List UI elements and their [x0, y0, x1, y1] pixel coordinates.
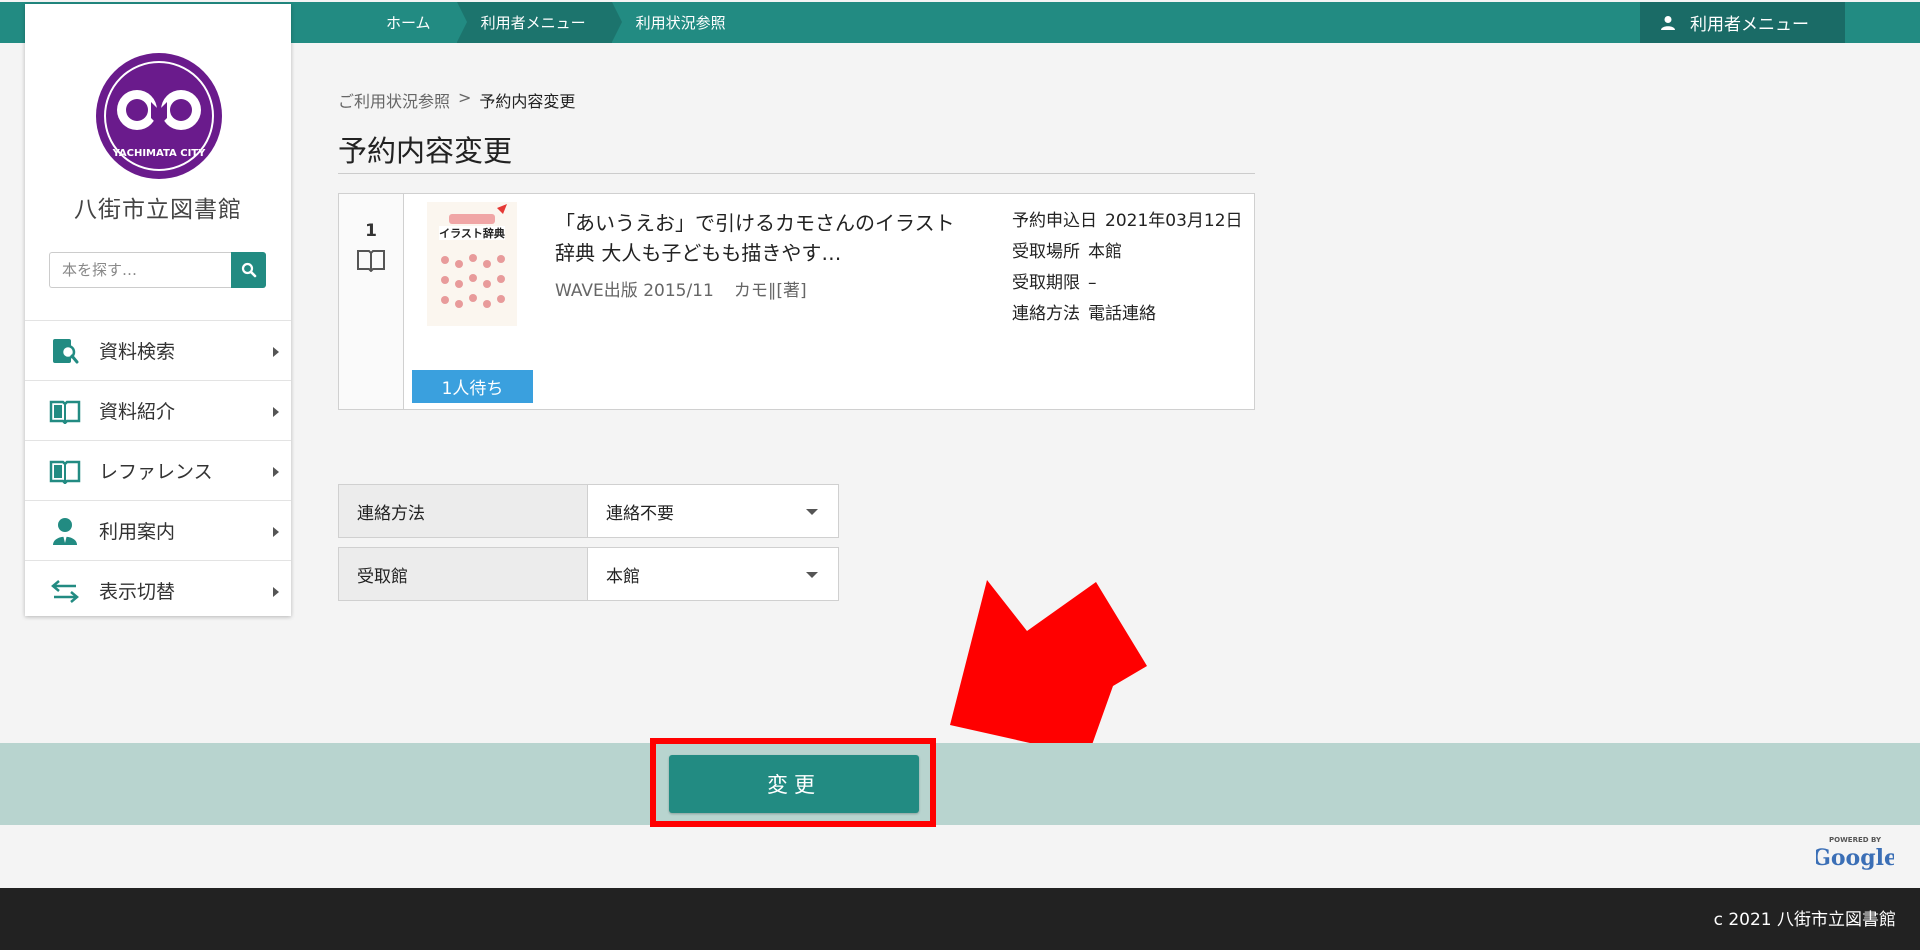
sidebar-item-reference[interactable]: レファレンス [25, 440, 291, 500]
user-menu-button[interactable]: 利用者メニュー [1640, 2, 1845, 43]
detail-row: 受取期限 – [1012, 268, 1243, 299]
detail-label: 予約申込日 [1012, 211, 1097, 231]
detail-label: 連絡方法 [1012, 304, 1080, 324]
detail-label: 受取期限 [1012, 273, 1080, 293]
search-box [49, 252, 266, 288]
item-title[interactable]: 「あいうえお」で引けるカモさんのイラスト辞典 大人も子どもも描きやす… [555, 208, 955, 268]
sidebar-item-label: レファレンス [99, 461, 213, 483]
search-input[interactable] [49, 252, 231, 288]
detail-row: 予約申込日 2021年03月12日 [1012, 206, 1243, 237]
contact-method-row: 連絡方法 連絡不要 [338, 484, 839, 538]
item-publisher: WAVE出版 2015/11 [555, 281, 714, 301]
detail-value: – [1088, 273, 1097, 293]
breadcrumb: ご利用状況参照 > 予約内容変更 [338, 88, 575, 112]
logo-text: YACHIMATA CITY [112, 148, 207, 159]
google-badge: POWERED BY Google [1816, 836, 1894, 871]
sidebar-nav: 資料検索 資料紹介 レファレンス 利用案内 表示切替 [25, 320, 291, 620]
detail-row: 連絡方法 電話連絡 [1012, 299, 1243, 330]
sidebar-item-guide[interactable]: 利用案内 [25, 500, 291, 560]
sidebar-item-label: 表示切替 [99, 581, 176, 603]
chevron-right-icon [273, 347, 279, 357]
crumb-home[interactable]: ホーム [362, 2, 467, 43]
page-title: 予約内容変更 [338, 128, 1255, 174]
item-author: カモ∥[著] [733, 281, 807, 301]
top-breadcrumbs: ホーム 利用者メニュー 利用状況参照 [362, 2, 762, 43]
item-meta: WAVE出版 2015/11 カモ∥[著] [555, 276, 807, 301]
chevron-right-icon [273, 407, 279, 417]
breadcrumb-parent[interactable]: ご利用状況参照 [338, 88, 450, 112]
swap-arrows-icon [49, 575, 81, 607]
open-book-icon [49, 455, 81, 487]
google-badge-top: POWERED BY [1829, 836, 1882, 844]
item-number: 1 [365, 221, 377, 241]
sidebar-item-label: 利用案内 [99, 521, 176, 543]
chevron-right-icon [273, 527, 279, 537]
chevron-right-icon [273, 467, 279, 477]
crumb-usage-status[interactable]: 利用状況参照 [612, 2, 762, 43]
reservation-item: 1 イラスト辞典 「あいうえお」で引けるカモさんのイラスト辞典 大人も子どもも描… [338, 193, 1255, 410]
search-book-icon [49, 335, 81, 367]
person-icon [49, 515, 81, 547]
book-icon [357, 250, 385, 272]
sidebar-item-material-intro[interactable]: 資料紹介 [25, 380, 291, 440]
detail-row: 受取場所 本館 [1012, 237, 1243, 268]
book-cover[interactable]: イラスト辞典 [427, 202, 517, 326]
wait-status-badge: 1人待ち [412, 370, 533, 403]
contact-method-label: 連絡方法 [339, 485, 588, 537]
sidebar: YACHIMATA CITY 八街市立図書館 資料検索 [25, 4, 291, 616]
detail-label: 受取場所 [1012, 242, 1080, 262]
detail-value: 2021年03月12日 [1105, 211, 1243, 231]
chevron-down-icon [806, 572, 818, 578]
library-name: 八街市立図書館 [74, 197, 242, 223]
change-button[interactable]: 変更 [669, 755, 919, 813]
breadcrumb-separator: > [458, 88, 472, 107]
pickup-library-row: 受取館 本館 [338, 547, 839, 601]
detail-value: 本館 [1088, 242, 1122, 262]
user-icon [1661, 15, 1675, 30]
sidebar-item-label: 資料紹介 [99, 401, 176, 423]
sidebar-item-material-search[interactable]: 資料検索 [25, 320, 291, 380]
crumb-user-menu[interactable]: 利用者メニュー [456, 2, 622, 43]
pickup-library-value: 本館 [606, 566, 640, 587]
pickup-library-label: 受取館 [339, 548, 588, 600]
chevron-down-icon [806, 509, 818, 515]
red-arrow-annotation [950, 580, 1147, 756]
sidebar-item-label: 資料検索 [99, 341, 176, 363]
action-band [0, 743, 1920, 825]
chevron-right-icon [273, 587, 279, 597]
contact-method-select[interactable]: 連絡不要 [588, 485, 838, 537]
search-button[interactable] [231, 252, 266, 288]
item-number-cell: 1 [339, 194, 404, 409]
breadcrumb-current: 予約内容変更 [479, 92, 576, 111]
pickup-library-select[interactable]: 本館 [588, 548, 838, 600]
copyright: c 2021 八街市立図書館 [1713, 910, 1896, 930]
google-badge-name: Google [1816, 845, 1894, 871]
contact-method-value: 連絡不要 [606, 503, 674, 524]
footer: c 2021 八街市立図書館 [0, 888, 1920, 950]
open-book-icon [49, 395, 81, 427]
user-menu-label: 利用者メニュー [1690, 15, 1809, 35]
city-logo[interactable]: YACHIMATA CITY [95, 52, 223, 180]
cover-text: イラスト辞典 [439, 226, 505, 240]
sidebar-item-display-switch[interactable]: 表示切替 [25, 560, 291, 620]
detail-value: 電話連絡 [1088, 304, 1156, 324]
reservation-details: 予約申込日 2021年03月12日 受取場所 本館 受取期限 – 連絡方法 電話連絡 [1012, 206, 1243, 330]
search-icon [241, 262, 256, 278]
